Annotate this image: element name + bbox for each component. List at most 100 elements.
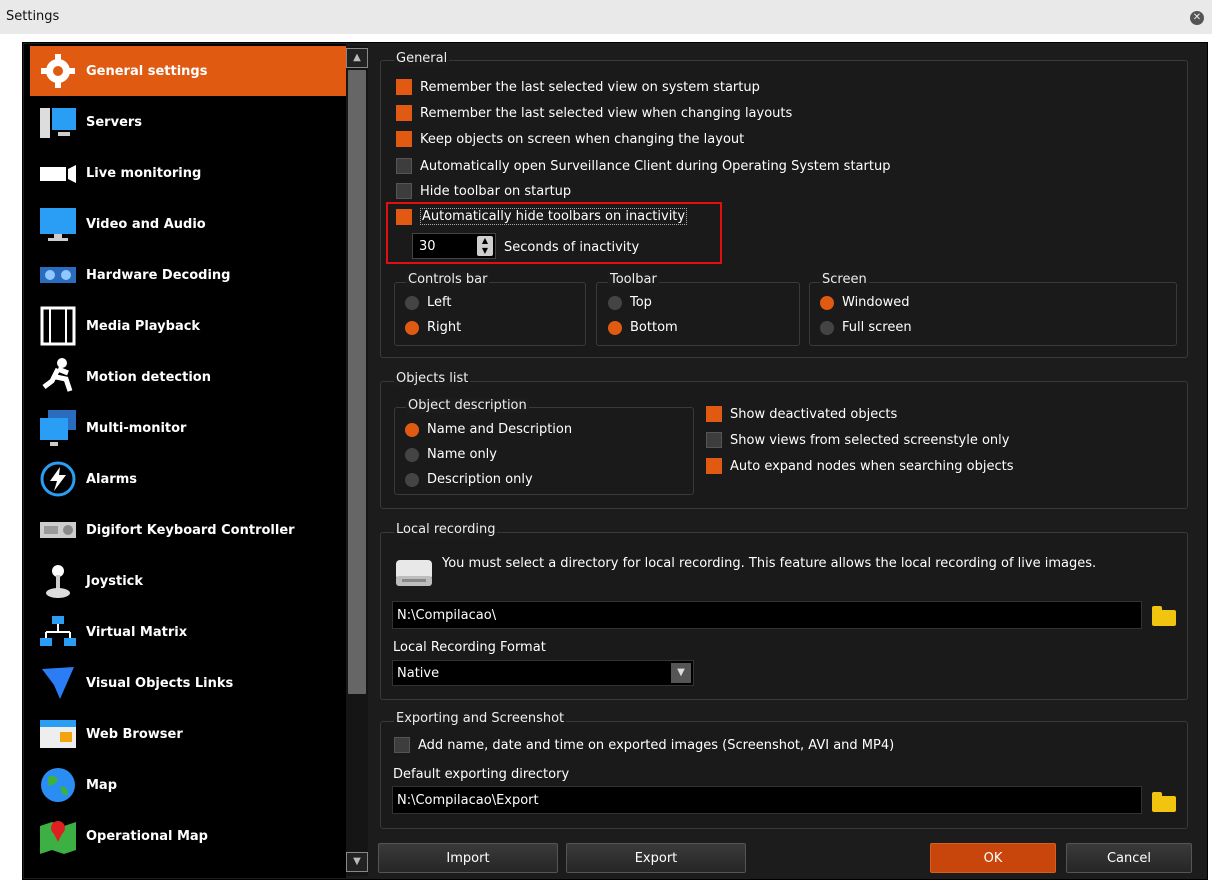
chevron-down-icon[interactable]: ▼ <box>671 663 691 683</box>
local-recording-title: Local recording <box>394 522 498 537</box>
radio-dot[interactable] <box>405 447 419 462</box>
show-deactivated-checkbox[interactable]: Show deactivated objects <box>706 406 897 422</box>
sidebar-item-operational-map[interactable]: Operational Map <box>30 811 346 861</box>
sidebar-item-label: General settings <box>86 63 208 79</box>
sidebar-item-hardware-decoding[interactable]: Hardware Decoding <box>30 250 346 300</box>
sidebar-item-live-monitoring[interactable]: Live monitoring <box>30 148 346 198</box>
screen-windowed-radio[interactable]: Windowed <box>820 295 910 310</box>
scroll-down-icon[interactable]: ▼ <box>346 852 368 872</box>
remember-view-startup-checkbox[interactable]: Remember the last selected view on syste… <box>396 79 760 95</box>
folder-browse-icon[interactable] <box>1152 792 1176 812</box>
sidebar-item-general-settings[interactable]: General settings <box>30 46 346 96</box>
checkbox-box[interactable] <box>396 105 412 121</box>
checkbox-label: Show views from selected screenstyle onl… <box>730 432 1010 448</box>
film-strip-icon <box>40 306 76 346</box>
radio-label: Description only <box>427 472 533 487</box>
joystick-icon <box>46 565 70 598</box>
export-button[interactable]: Export <box>566 843 746 873</box>
toolbar-bottom-radio[interactable]: Bottom <box>608 320 678 335</box>
controls-bar-group <box>394 282 586 346</box>
sidebar-item-keyboard-controller[interactable]: Digifort Keyboard Controller <box>30 505 346 555</box>
toolbar-title: Toolbar <box>608 272 659 287</box>
sidebar-item-alarms[interactable]: Alarms <box>30 454 346 504</box>
hide-toolbar-startup-checkbox[interactable]: Hide toolbar on startup <box>396 183 571 199</box>
radio-label: Top <box>630 295 652 310</box>
exporting-directory-field[interactable]: N:\Compilacao\Export <box>392 786 1142 814</box>
toolbar-group <box>596 282 800 346</box>
sidebar-item-motion-detection[interactable]: Motion detection <box>30 352 346 402</box>
controls-bar-right-radio[interactable]: Right <box>405 320 461 335</box>
radio-label: Left <box>427 295 452 310</box>
add-info-exported-checkbox[interactable]: Add name, date and time on exported imag… <box>394 737 894 753</box>
sidebar-item-media-playback[interactable]: Media Playback <box>30 301 346 351</box>
checkbox-box[interactable] <box>394 737 410 753</box>
import-button[interactable]: Import <box>378 843 558 873</box>
checkbox-box[interactable] <box>396 79 412 95</box>
sidebar-item-web-browser[interactable]: Web Browser <box>30 709 346 759</box>
name-only-radio[interactable]: Name only <box>405 447 497 462</box>
toolbar-top-radio[interactable]: Top <box>608 295 652 310</box>
name-and-description-radio[interactable]: Name and Description <box>405 422 572 437</box>
description-only-radio[interactable]: Description only <box>405 472 533 487</box>
auto-open-client-checkbox[interactable]: Automatically open Surveillance Client d… <box>396 158 890 174</box>
sidebar-item-visual-objects-links[interactable]: Visual Objects Links <box>30 658 346 708</box>
lightning-alarm-icon <box>40 461 76 497</box>
sidebar-scrollbar[interactable]: ▲ ▼ <box>346 46 368 876</box>
keep-objects-checkbox[interactable]: Keep objects on screen when changing the… <box>396 131 744 147</box>
checkbox-label: Add name, date and time on exported imag… <box>418 737 895 753</box>
radio-dot[interactable] <box>820 295 834 310</box>
checkbox-label: Automatically open Surveillance Client d… <box>420 158 891 174</box>
scroll-up-icon[interactable]: ▲ <box>346 48 368 68</box>
ok-button[interactable]: OK <box>930 843 1056 873</box>
screen-group <box>809 282 1177 346</box>
radio-dot[interactable] <box>405 472 419 487</box>
sidebar-item-label: Web Browser <box>86 726 183 742</box>
controls-bar-left-radio[interactable]: Left <box>405 295 451 310</box>
checkbox-box[interactable] <box>396 183 412 199</box>
checkbox-box[interactable] <box>396 131 412 147</box>
auto-expand-nodes-checkbox[interactable]: Auto expand nodes when searching objects <box>706 458 1013 474</box>
sidebar-item-video-audio[interactable]: Video and Audio <box>30 199 346 249</box>
recording-format-select[interactable]: Native ▼ <box>392 660 694 686</box>
settings-window: Settings ✕ General settings Servers Live… <box>0 0 1212 886</box>
sidebar-item-multi-monitor[interactable]: Multi-monitor <box>30 403 346 453</box>
sidebar-item-label: Operational Map <box>86 828 208 844</box>
screen-fullscreen-radio[interactable]: Full screen <box>820 320 912 335</box>
exporting-title: Exporting and Screenshot <box>394 711 567 726</box>
checkbox-label: Hide toolbar on startup <box>420 183 572 199</box>
local-recording-directory-field[interactable]: N:\Compilacao\ <box>392 601 1142 629</box>
sidebar-item-joystick[interactable]: Joystick <box>30 556 346 606</box>
hard-drive-icon <box>396 560 432 586</box>
scrollbar-thumb[interactable] <box>348 70 366 694</box>
radio-dot[interactable] <box>405 320 419 335</box>
object-description-title: Object description <box>406 398 529 413</box>
sidebar-item-label: Alarms <box>86 471 137 487</box>
sidebar-item-servers[interactable]: Servers <box>30 97 346 147</box>
radio-dot[interactable] <box>608 295 622 310</box>
checkbox-label: Auto expand nodes when searching objects <box>730 458 1014 474</box>
camera-icon <box>40 165 76 183</box>
sidebar-item-label: Hardware Decoding <box>86 267 231 283</box>
cancel-button[interactable]: Cancel <box>1066 843 1192 873</box>
radio-dot[interactable] <box>405 295 419 310</box>
globe-icon <box>41 768 75 802</box>
remember-view-layouts-checkbox[interactable]: Remember the last selected view when cha… <box>396 105 792 121</box>
select-value: Native <box>397 666 440 681</box>
checkbox-box[interactable] <box>706 458 722 474</box>
radio-dot[interactable] <box>608 320 622 335</box>
radio-label: Right <box>427 320 462 335</box>
checkbox-box[interactable] <box>396 158 412 174</box>
checkbox-box[interactable] <box>706 432 722 448</box>
sidebar-item-virtual-matrix[interactable]: Virtual Matrix <box>30 607 346 657</box>
folder-browse-icon[interactable] <box>1152 606 1176 626</box>
close-icon[interactable]: ✕ <box>1190 11 1204 25</box>
gear-icon <box>41 54 75 88</box>
radio-dot[interactable] <box>820 320 834 335</box>
exporting-dir-label: Default exporting directory <box>393 767 570 782</box>
radio-label: Name only <box>427 447 497 462</box>
checkbox-box[interactable] <box>706 406 722 422</box>
sidebar-item-map[interactable]: Map <box>30 760 346 810</box>
radio-dot[interactable] <box>405 422 419 437</box>
show-views-screenstyle-checkbox[interactable]: Show views from selected screenstyle onl… <box>706 432 1009 448</box>
title-bar: Settings ✕ <box>0 0 1212 34</box>
